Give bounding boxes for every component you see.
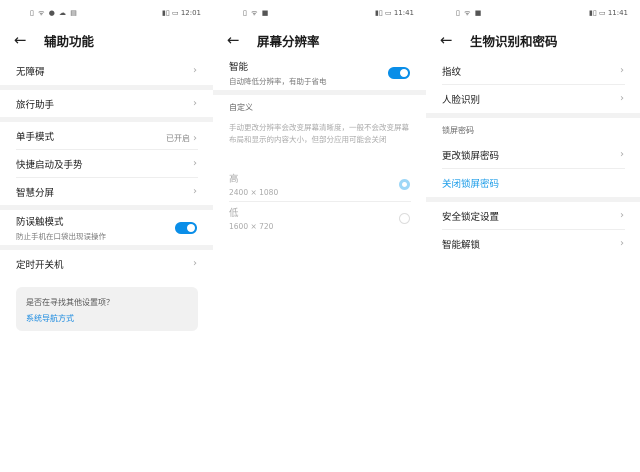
screen-resolution-screen: ▯ ᯤ ■ ▮▯ ▭ 11:41 ← 屏幕分辨率 智能自动降低分辨率，有助于省电 自…: [213, 0, 426, 472]
item-subtitle: 自动降低分辨率，有助于省电: [229, 77, 327, 86]
section-label: 锁屏密码: [442, 125, 474, 135]
smart-resolution-toggle[interactable]: [388, 67, 410, 79]
item-label: 指纹: [442, 66, 462, 78]
back-arrow-icon[interactable]: ←: [440, 31, 464, 49]
suggestion-question: 是否在寻找其他设置项？: [26, 298, 114, 307]
status-icons: ▯ ᯤ ● ☁ ▤: [30, 9, 78, 17]
item-value: 已开启: [166, 134, 190, 143]
page-title: 屏幕分辨率: [257, 33, 320, 49]
option-resolution: 1600 × 720: [229, 222, 274, 231]
custom-section: 自定义: [213, 98, 426, 116]
accidental-touch-toggle[interactable]: [175, 221, 197, 234]
item-security-lock-settings[interactable]: 安全锁定设置 ›: [426, 202, 640, 229]
item-fingerprint[interactable]: 指纹 ›: [426, 57, 640, 84]
item-face-recognition[interactable]: 人脸识别 ›: [426, 85, 640, 112]
option-resolution: 2400 × 1080: [229, 188, 279, 197]
item-label: 单手模式: [16, 131, 55, 143]
resolution-description: 手动更改分辨率会改变屏幕清晰度，一般不会改变屏幕布局和显示的内容大小，但部分应用…: [229, 123, 409, 144]
item-one-hand-mode[interactable]: 单手模式 已开启 ›: [0, 122, 213, 149]
suggestion-card: 是否在寻找其他设置项？ 系统导航方式: [16, 287, 198, 331]
chevron-right-icon: ›: [620, 210, 624, 221]
chevron-right-icon: ›: [193, 186, 197, 197]
item-label: 关闭锁屏密码: [442, 178, 500, 190]
chevron-right-icon: ›: [193, 65, 197, 76]
status-bar: ▯ ᯤ ● ☁ ▤ ▮▯ ▭ 12:01: [0, 9, 213, 19]
chevron-right-icon: ›: [193, 133, 197, 144]
chevron-right-icon: ›: [620, 238, 624, 249]
item-label: 智能解锁: [442, 239, 481, 251]
item-smart-unlock[interactable]: 智能解锁 ›: [426, 230, 640, 257]
lock-password-section: 锁屏密码: [426, 122, 640, 138]
item-label: 智慧分屏: [16, 187, 55, 199]
item-scheduled-power[interactable]: 定时开关机 ›: [0, 250, 213, 277]
radio-high[interactable]: [399, 178, 410, 190]
chevron-right-icon: ›: [193, 98, 197, 109]
back-arrow-icon[interactable]: ←: [227, 31, 251, 49]
item-label: 快捷启动及手势: [16, 159, 83, 171]
radio-low[interactable]: [399, 212, 410, 224]
item-label: 安全锁定设置: [442, 211, 500, 223]
section-label: 自定义: [229, 102, 253, 112]
status-time: ▮▯ ▭ 11:41: [589, 9, 628, 17]
option-high[interactable]: 高 2400 × 1080: [213, 168, 426, 200]
back-arrow-icon[interactable]: ←: [14, 31, 38, 49]
item-label: 人脸识别: [442, 94, 481, 106]
item-travel-assistant[interactable]: 旅行助手 ›: [0, 90, 213, 117]
item-label: 智能: [229, 62, 249, 73]
chevron-right-icon: ›: [193, 258, 197, 269]
item-smart-split-screen[interactable]: 智慧分屏 ›: [0, 178, 213, 205]
item-label: 防误触模式: [16, 216, 64, 228]
status-time: ▮▯ ▭ 11:41: [375, 9, 414, 17]
chevron-right-icon: ›: [620, 149, 624, 160]
status-bar: ▯ ᯤ ■ ▮▯ ▭ 11:41: [426, 9, 640, 19]
status-time: ▮▯ ▭ 12:01: [162, 9, 201, 17]
system-navigation-link[interactable]: 系统导航方式: [26, 313, 188, 324]
status-bar: ▯ ᯤ ■ ▮▯ ▭ 11:41: [213, 9, 426, 19]
item-label: 无障碍: [16, 66, 45, 78]
page-title: 生物识别和密码: [470, 33, 558, 49]
item-label: 旅行助手: [16, 99, 55, 111]
item-change-lock-password[interactable]: 更改锁屏密码 ›: [426, 141, 640, 168]
item-disable-lock-password[interactable]: 关闭锁屏密码: [426, 169, 640, 196]
accessibility-screen: ▯ ᯤ ● ☁ ▤ ▮▯ ▭ 12:01 ← 辅助功能 无障碍 › 旅行助手 › 单手模…: [0, 0, 213, 472]
item-shortcuts-gestures[interactable]: 快捷启动及手势 ›: [0, 150, 213, 177]
option-label: 高: [229, 174, 239, 185]
status-icons: ▯ ᯤ ■: [456, 9, 483, 17]
option-label: 低: [229, 208, 239, 219]
smart-resolution-row: 智能自动降低分辨率，有助于省电: [213, 56, 426, 90]
chevron-right-icon: ›: [620, 93, 624, 104]
item-accidental-touch: 防误触模式防止手机在口袋出现误操作: [0, 210, 213, 245]
option-low[interactable]: 低 1600 × 720: [213, 202, 426, 234]
status-icons: ▯ ᯤ ■: [243, 9, 270, 17]
biometrics-password-screen: ▯ ᯤ ■ ▮▯ ▭ 11:41 ← 生物识别和密码 指纹 › 人脸识别 › 锁屏密码 …: [426, 0, 640, 472]
item-subtitle: 防止手机在口袋出现误操作: [16, 231, 106, 241]
item-label: 定时开关机: [16, 259, 64, 271]
chevron-right-icon: ›: [193, 158, 197, 169]
chevron-right-icon: ›: [620, 65, 624, 76]
item-label: 更改锁屏密码: [442, 150, 500, 162]
page-title: 辅助功能: [44, 33, 95, 49]
item-accessibility[interactable]: 无障碍 ›: [0, 57, 213, 84]
